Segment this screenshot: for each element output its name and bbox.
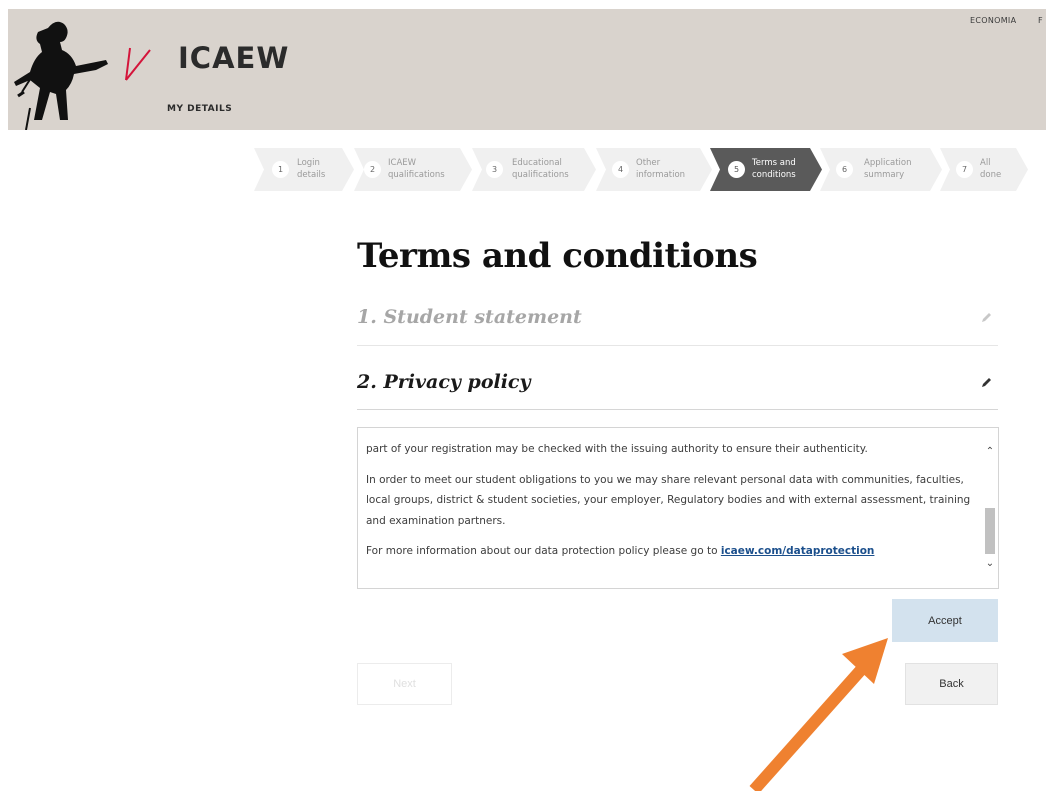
scroll-down-icon[interactable]: ⌄	[984, 558, 996, 570]
step-label: Application summary	[864, 158, 912, 180]
step-number: 4	[612, 161, 629, 178]
scrollbar[interactable]: ⌃ ⌄	[982, 428, 998, 588]
back-button[interactable]: Back	[905, 663, 998, 705]
step-number: 3	[486, 161, 503, 178]
accordion-privacy-policy[interactable]: 2. Privacy policy	[357, 359, 998, 410]
privacy-policy-textbox[interactable]: part of your registration may be checked…	[357, 427, 999, 589]
pencil-icon[interactable]	[980, 312, 992, 324]
icaew-logo-figure-icon	[14, 21, 151, 130]
top-link-economia[interactable]: ECONOMIA	[970, 16, 1016, 25]
step-number: 5	[728, 161, 745, 178]
next-button[interactable]: Next	[357, 663, 452, 705]
annotation-arrow-icon	[749, 638, 888, 791]
section-label: MY DETAILS	[167, 104, 233, 114]
progress-steps: 1 Login details 2 ICAEW qualifications 3…	[254, 148, 1046, 191]
step-number: 2	[364, 161, 381, 178]
accordion-title: 2. Privacy policy	[357, 371, 531, 393]
accept-button[interactable]: Accept	[892, 599, 998, 642]
accordion-student-statement[interactable]: 1. Student statement	[357, 296, 998, 346]
step-6[interactable]: 6 Application summary	[820, 148, 942, 191]
step-label: All done	[980, 158, 1002, 180]
step-label: ICAEW qualifications	[388, 158, 445, 180]
accordion-title: 1. Student statement	[357, 306, 582, 328]
page: ICAEW MY DETAILS ECONOMIA F 1 Login deta…	[0, 0, 1046, 791]
policy-link-prefix: For more information about our data prot…	[366, 545, 721, 557]
step-label: Other information	[636, 158, 686, 180]
step-number: 6	[836, 161, 853, 178]
brand-name[interactable]: ICAEW	[178, 41, 289, 75]
step-3[interactable]: 3 Educational qualifications	[472, 148, 596, 191]
policy-paragraph: part of your registration may be checked…	[366, 443, 868, 455]
scrollbar-thumb[interactable]	[985, 508, 995, 554]
policy-text: part of your registration may be checked…	[366, 439, 971, 572]
pencil-icon[interactable]	[980, 377, 992, 389]
data-protection-link[interactable]: icaew.com/dataprotection	[721, 545, 875, 557]
scroll-up-icon[interactable]: ⌃	[984, 446, 996, 458]
step-2[interactable]: 2 ICAEW qualifications	[354, 148, 472, 191]
policy-paragraph: For more information about our data prot…	[366, 541, 971, 562]
step-4[interactable]: 4 Other information	[596, 148, 712, 191]
step-5-current[interactable]: 5 Terms and conditions	[710, 148, 822, 191]
step-number: 7	[956, 161, 973, 178]
policy-paragraph: In order to meet our student obligations…	[366, 473, 971, 527]
step-1[interactable]: 1 Login details	[254, 148, 354, 191]
top-link-more[interactable]: F	[1038, 16, 1043, 25]
page-title: Terms and conditions	[357, 236, 758, 276]
step-label: Terms and conditions	[752, 158, 796, 180]
step-label: Educational qualifications	[512, 158, 569, 180]
step-label: Login details	[297, 158, 326, 180]
step-number: 1	[272, 161, 289, 178]
step-7[interactable]: 7 All done	[940, 148, 1028, 191]
